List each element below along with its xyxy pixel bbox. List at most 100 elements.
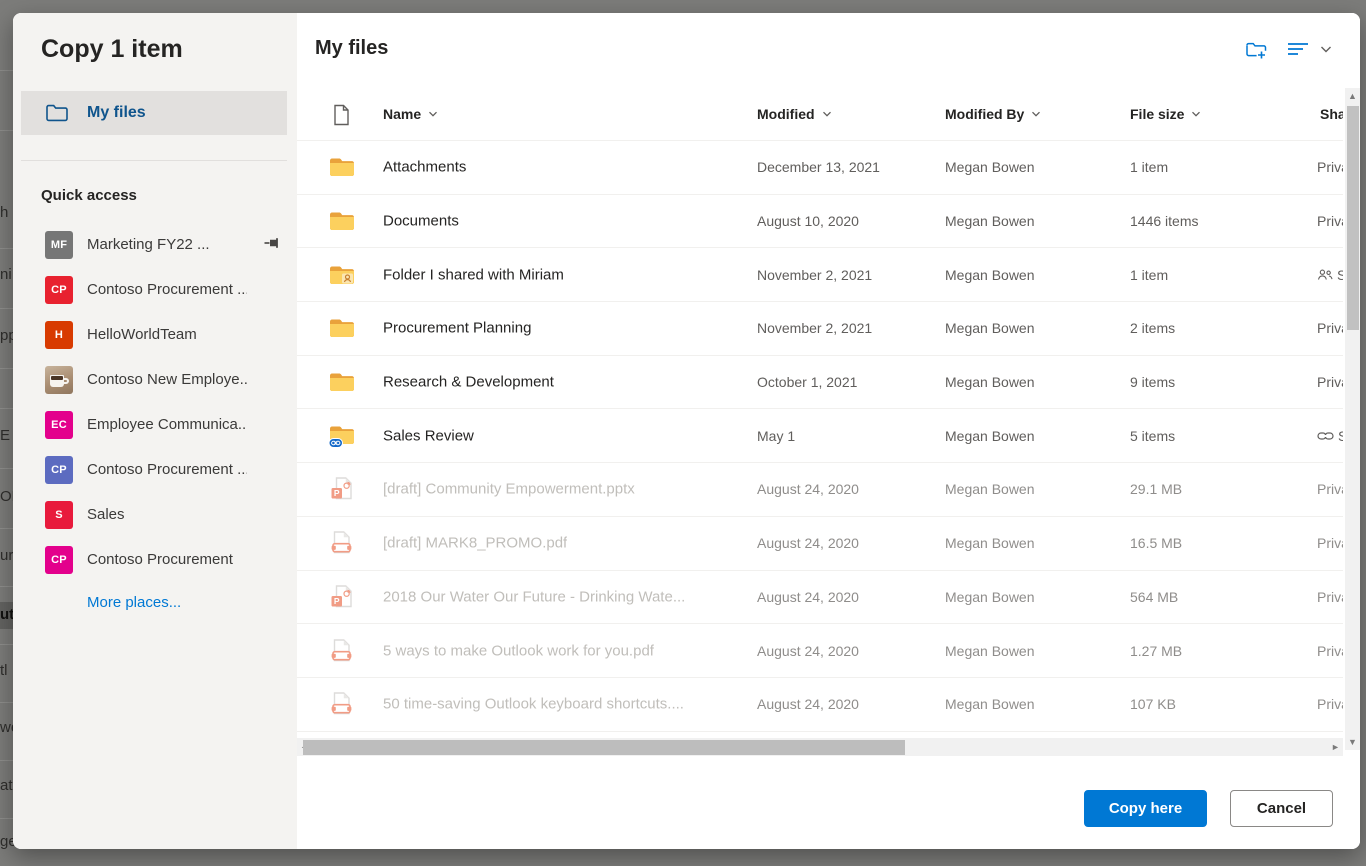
modified-by: Megan Bowen (945, 320, 1035, 336)
copy-here-button[interactable]: Copy here (1084, 790, 1207, 827)
sharing-label: Private (1317, 481, 1343, 497)
quick-access-item[interactable]: ECEmployee Communica... (13, 402, 297, 447)
folder-row[interactable]: Sales ReviewMay 1Megan Bowen5 itemsShare… (297, 408, 1343, 462)
modified-date: August 10, 2020 (757, 213, 859, 229)
quick-access-item[interactable]: CPContoso Procurement ... (13, 447, 297, 492)
folder-row[interactable]: DocumentsAugust 10, 2020Megan Bowen1446 … (297, 194, 1343, 248)
backdrop-row-separator (0, 468, 13, 469)
modified-date: December 13, 2021 (757, 159, 880, 175)
modified-date: November 2, 2021 (757, 267, 872, 283)
backdrop-row-separator (0, 368, 13, 369)
sharing-label: Private (1317, 643, 1343, 659)
sharing-status: Shared (1317, 267, 1343, 283)
quick-access-list: MFMarketing FY22 ...CPContoso Procuremen… (13, 222, 297, 582)
folder-icon (329, 156, 355, 178)
cancel-button[interactable]: Cancel (1230, 790, 1333, 827)
item-name: 5 ways to make Outlook work for you.pdf (383, 642, 654, 659)
file-browser-pane: My files NameModifiedModif (297, 13, 1360, 849)
folder-row[interactable]: Folder I shared with MiriamNovember 2, 2… (297, 247, 1343, 301)
item-name: 50 time-saving Outlook keyboard shortcut… (383, 696, 684, 713)
sharing-label: Shared (1338, 428, 1343, 444)
sidebar-divider (21, 160, 287, 161)
backdrop-text-fragment: h (0, 204, 14, 221)
dialog-title: Copy 1 item (41, 35, 183, 64)
backdrop-row-separator (0, 248, 13, 249)
folder-icon (329, 317, 355, 339)
pin-icon[interactable] (263, 235, 281, 256)
sharing-label: Private (1317, 320, 1343, 336)
backdrop-row-separator (0, 760, 13, 761)
column-header-label: Name (383, 106, 421, 122)
sharing-status: Private (1317, 159, 1343, 175)
item-name: Attachments (383, 159, 466, 176)
quick-access-item-label: Contoso Procurement (87, 551, 233, 568)
modified-by: Megan Bowen (945, 428, 1035, 444)
quick-access-item[interactable]: Contoso New Employe... (13, 357, 297, 402)
backdrop-row-separator (0, 818, 13, 819)
backdrop-text-fragment: ON (0, 488, 14, 505)
backdrop-row-separator (0, 586, 13, 587)
modified-date: May 1 (757, 428, 795, 444)
quick-access-item[interactable]: MFMarketing FY22 ... (13, 222, 297, 267)
quick-access-item-label: Employee Communica... (87, 416, 247, 433)
chevron-down-icon (1030, 108, 1042, 120)
quick-access-item[interactable]: CPContoso Procurement ... (13, 267, 297, 312)
backdrop-row-separator (0, 528, 13, 529)
folder-shared-icon (329, 264, 355, 286)
pptx-icon: P (329, 477, 354, 502)
sharing-label: Private (1317, 213, 1343, 229)
table-header-row: Name Modified Modified By File size Sharing (297, 95, 1343, 140)
sharing-status: Private (1317, 589, 1343, 605)
scroll-up-arrow[interactable]: ▲ (1345, 88, 1360, 104)
backdrop-row-separator (0, 702, 13, 703)
file-row-disabled: [draft] MARK8_PROMO.pdfAugust 24, 2020Me… (297, 516, 1343, 570)
more-places-link[interactable]: More places... (87, 594, 181, 611)
scroll-down-arrow[interactable]: ▼ (1345, 734, 1360, 750)
modified-date: November 2, 2021 (757, 320, 872, 336)
horizontal-scrollbar[interactable]: ◄ ► (297, 738, 1343, 756)
horizontal-scrollbar-thumb[interactable] (303, 740, 905, 755)
sidebar-item-my-files[interactable]: My files (21, 91, 287, 135)
file-size: 107 KB (1130, 696, 1176, 712)
column-header-modified[interactable]: Modified (757, 106, 833, 122)
modified-by: Megan Bowen (945, 374, 1035, 390)
quick-access-item[interactable]: HHelloWorldTeam (13, 312, 297, 357)
scroll-right-arrow[interactable]: ► (1328, 738, 1343, 756)
item-name: Procurement Planning (383, 320, 531, 337)
folder-row[interactable]: Procurement Planning November 2, 2021 Mega… (297, 301, 1343, 355)
sharing-status: Private (1317, 213, 1343, 229)
folder-row[interactable]: AttachmentsDecember 13, 2021Megan Bowen1… (297, 140, 1343, 194)
quick-access-item[interactable]: CPContoso Procurement (13, 537, 297, 582)
folder-row[interactable]: Research & DevelopmentOctober 1, 2021Meg… (297, 355, 1343, 409)
modified-date: August 24, 2020 (757, 643, 859, 659)
document-type-column-icon[interactable] (333, 104, 350, 131)
modified-by: Megan Bowen (945, 213, 1035, 229)
column-header-sharing[interactable]: Sharing (1320, 106, 1343, 122)
quick-access-item-label: HelloWorldTeam (87, 326, 197, 343)
modified-by: Megan Bowen (945, 159, 1035, 175)
vertical-scrollbar[interactable]: ▲ ▼ (1345, 88, 1360, 750)
column-header-name[interactable]: Name (383, 106, 439, 122)
column-header-modified-by[interactable]: Modified By (945, 106, 1042, 122)
new-folder-button[interactable] (1245, 41, 1267, 61)
backdrop-text-fragment: pp (0, 327, 14, 344)
vertical-scrollbar-thumb[interactable] (1347, 106, 1359, 330)
file-size: 1.27 MB (1130, 643, 1182, 659)
sharing-status: Private (1317, 535, 1343, 551)
column-header-file-size[interactable]: File size (1130, 106, 1202, 122)
file-size: 29.1 MB (1130, 481, 1182, 497)
svg-text:P: P (334, 489, 340, 499)
view-options-button[interactable] (1286, 41, 1334, 57)
file-row-disabled: P[draft] Community Empowerment.pptxAugus… (297, 462, 1343, 516)
pdf-icon (329, 531, 354, 556)
sharing-label: Shared (1337, 267, 1343, 283)
folder-icon (329, 371, 355, 393)
quick-access-item-label: Contoso New Employe... (87, 371, 247, 388)
modified-by: Megan Bowen (945, 696, 1035, 712)
item-name: [draft] MARK8_PROMO.pdf (383, 535, 567, 552)
backdrop-text-fragment: ut (0, 602, 14, 629)
quick-access-item[interactable]: SSales (13, 492, 297, 537)
file-size: 2 items (1130, 320, 1175, 336)
modified-by: Megan Bowen (945, 589, 1035, 605)
quick-access-item-label: Contoso Procurement ... (87, 461, 247, 478)
